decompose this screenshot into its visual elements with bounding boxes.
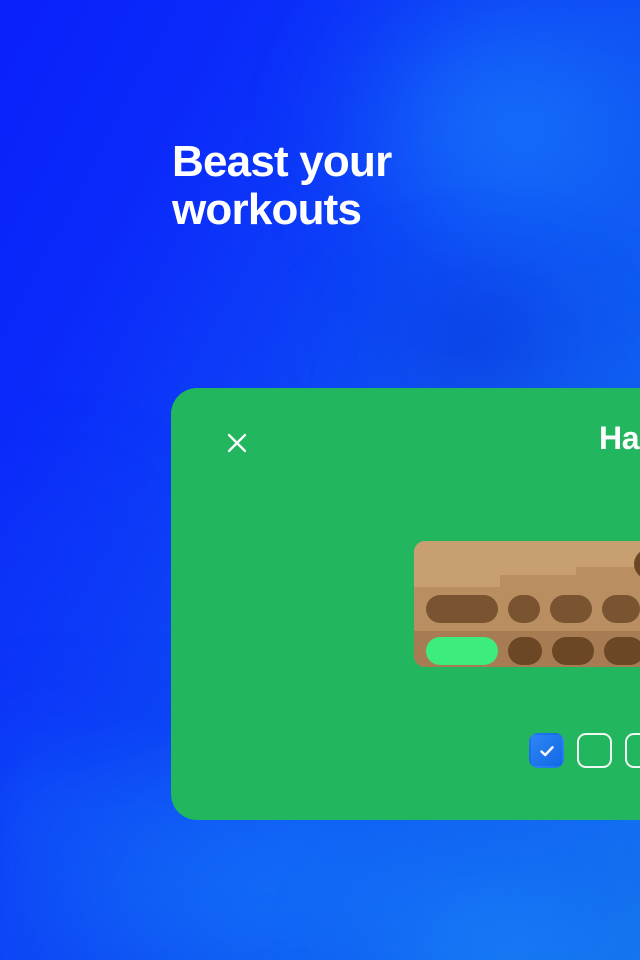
keyboard-key: [426, 595, 498, 623]
keyboard-notch-right: [576, 567, 640, 587]
checkbox-option-1[interactable]: [529, 733, 564, 768]
checkbox-row: [529, 733, 640, 768]
app-screen: Beast your workouts Ha: [0, 0, 640, 960]
keyboard-key: [550, 595, 592, 623]
promo-card: Ha: [171, 388, 640, 820]
keyboard-key: [552, 637, 594, 665]
keyboard-key: [508, 637, 542, 665]
checkbox-option-3[interactable]: [625, 733, 640, 768]
keyboard-key: [602, 595, 640, 623]
card-title: Ha: [599, 420, 640, 456]
keyboard-key: [604, 637, 640, 665]
close-icon[interactable]: [219, 425, 255, 461]
keyboard-key: [508, 595, 540, 623]
checkmark-icon: [539, 745, 554, 756]
checkbox-option-2[interactable]: [577, 733, 612, 768]
keyboard-key: [426, 637, 498, 665]
keyboard-illustration: [414, 541, 640, 667]
keyboard-notch-left: [500, 575, 576, 587]
page-title: Beast your workouts: [172, 137, 392, 235]
